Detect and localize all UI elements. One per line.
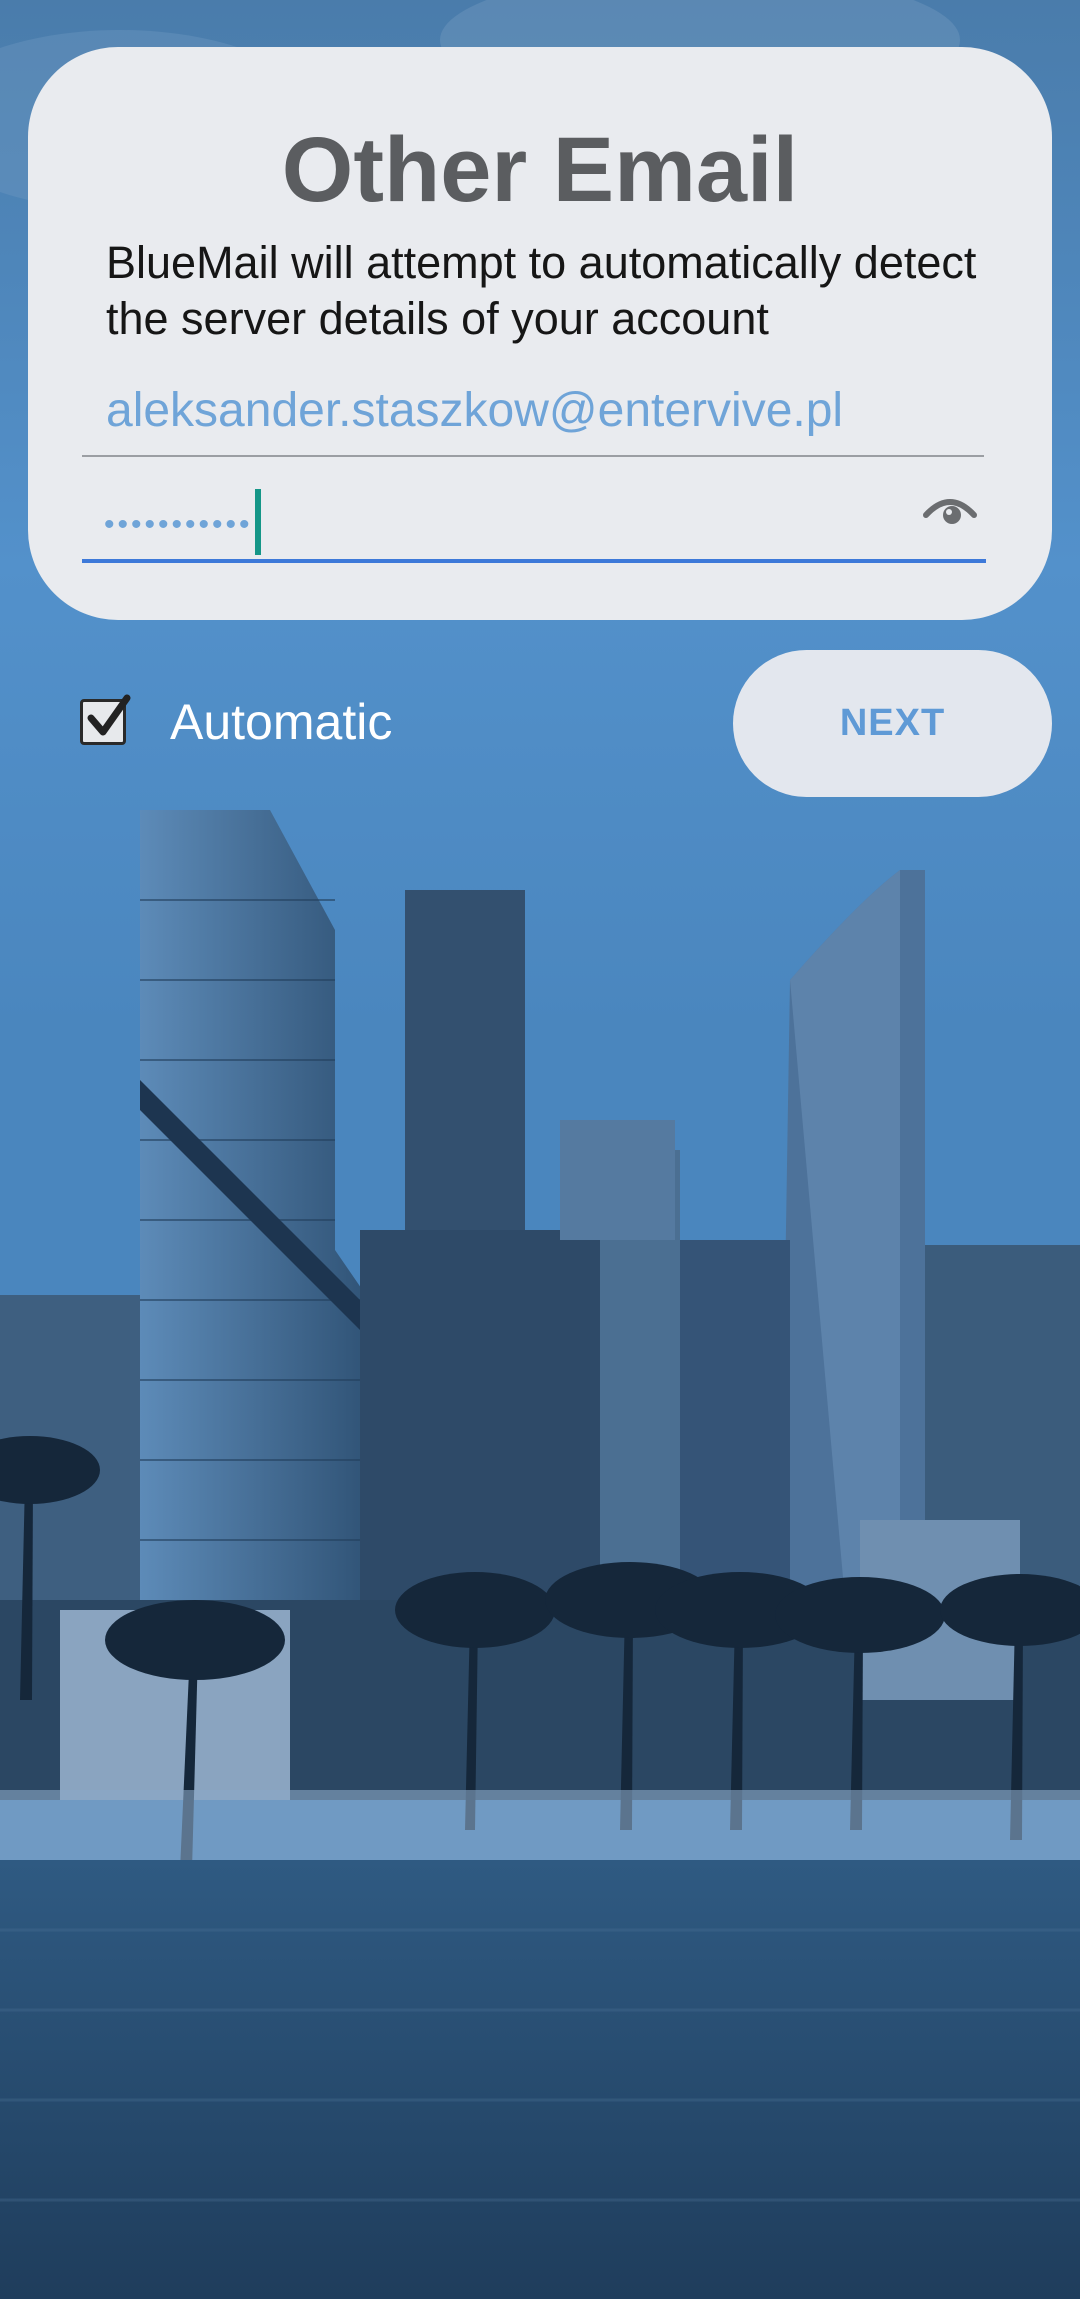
screen: Other Email BlueMail will attempt to aut… (0, 0, 1080, 2299)
next-button[interactable]: NEXT (733, 650, 1052, 797)
automatic-label: Automatic (170, 694, 393, 750)
password-masked-value: ••••••••••• (104, 507, 253, 541)
automatic-option[interactable]: Automatic (80, 692, 392, 752)
setup-description: BlueMail will attempt to automatically d… (106, 237, 977, 344)
check-icon (87, 694, 131, 736)
email-field[interactable]: aleksander.staszkow@entervive.pl (82, 377, 984, 457)
page-title: Other Email (281, 119, 799, 221)
text-cursor (254, 489, 261, 555)
password-input[interactable]: ••••••••••• (104, 489, 261, 559)
password-field[interactable]: ••••••••••• (82, 479, 986, 563)
automatic-checkbox[interactable] (80, 694, 131, 745)
email-value[interactable]: aleksander.staszkow@entervive.pl (106, 383, 843, 438)
eye-icon[interactable] (922, 485, 978, 533)
account-setup-card: Other Email BlueMail will attempt to aut… (28, 47, 1052, 620)
